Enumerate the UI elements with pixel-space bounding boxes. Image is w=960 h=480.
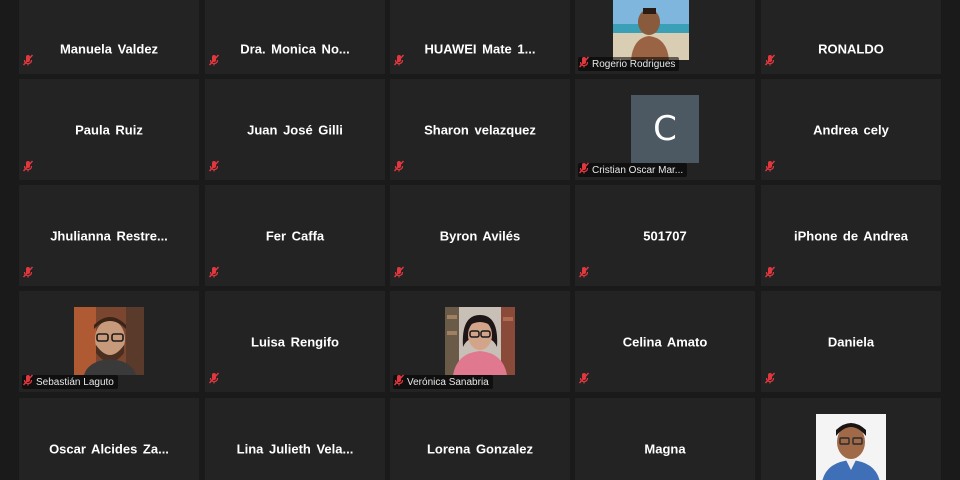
participant-tile[interactable]: Sharon velazquez (390, 79, 570, 180)
participant-name-tag: Verónica Sanabria (393, 373, 493, 391)
participant-name: 501707 (643, 228, 687, 243)
participant-tile[interactable]: Verónica Sanabria (390, 291, 570, 392)
microphone-muted-icon (393, 53, 405, 71)
participant-name: Cristian Oscar Mar... (592, 164, 684, 176)
avatar: C (631, 95, 699, 163)
participant-name: Sebastián Laguto (36, 376, 114, 388)
participant-name: Oscar Alcides Za... (49, 441, 169, 456)
participant-tile[interactable]: Lina Julieth Vela... (205, 398, 385, 480)
participant-tile[interactable]: Rogerio Rodrigues (575, 0, 755, 74)
participant-name: Verónica Sanabria (407, 376, 489, 388)
microphone-muted-icon (22, 265, 34, 283)
participant-tile[interactable]: HUAWEI Mate 1... (390, 0, 570, 74)
microphone-muted-icon (393, 373, 405, 391)
participant-tile[interactable]: 501707 (575, 185, 755, 286)
microphone-muted-icon (393, 159, 405, 177)
microphone-muted-icon (208, 371, 220, 389)
participant-name: Lorena Gonzalez (426, 441, 534, 456)
participant-tile[interactable]: RONALDO (761, 0, 941, 74)
participant-tile[interactable]: Jhulianna Restre... (19, 185, 199, 286)
participant-tile[interactable]: Andrea cely (761, 79, 941, 180)
microphone-muted-icon (578, 265, 590, 283)
participant-tile[interactable]: Fer Caffa (205, 185, 385, 286)
participant-tile[interactable]: Manuela Valdez (19, 0, 199, 74)
microphone-muted-icon (208, 53, 220, 71)
participant-video (74, 307, 144, 375)
participant-name: Sharon velazquez (424, 122, 536, 137)
participant-tile[interactable]: Celina Amato (575, 291, 755, 392)
participant-name: RONALDO (818, 41, 884, 57)
participant-name-tag: Sebastián Laguto (22, 373, 118, 391)
participant-name: Lina Julieth Vela... (236, 441, 354, 456)
microphone-muted-icon (22, 159, 34, 177)
microphone-muted-icon (22, 373, 34, 391)
microphone-muted-icon (578, 55, 590, 73)
participant-tile[interactable]: Juan José Gilli (205, 79, 385, 180)
participant-tile[interactable]: Magna (575, 398, 755, 480)
participant-video (816, 414, 886, 480)
participant-name: Fer Caffa (265, 228, 325, 243)
participant-tile[interactable]: Daniela (761, 291, 941, 392)
participant-name: Juan José Gilli (247, 122, 343, 137)
participant-tile[interactable]: Oscar Alcides Za... (19, 398, 199, 480)
participant-tile[interactable] (761, 398, 941, 480)
participant-video (613, 0, 689, 60)
participant-tile[interactable]: C Cristian Oscar Mar... (575, 79, 755, 180)
microphone-muted-icon (578, 161, 590, 179)
participant-name-tag: Cristian Oscar Mar... (578, 161, 688, 179)
microphone-muted-icon (393, 265, 405, 283)
participant-name: Dra. Monica No... (240, 41, 350, 57)
microphone-muted-icon (208, 265, 220, 283)
participant-name: Rogerio Rodrigues (592, 58, 676, 70)
participant-name: Luisa Rengifo (251, 334, 339, 349)
participant-name: Paula Ruiz (75, 122, 143, 137)
participant-tile[interactable]: Dra. Monica No... (205, 0, 385, 74)
participant-name: Andrea cely (813, 122, 889, 137)
participant-name: Daniela (827, 334, 875, 349)
participant-name: Jhulianna Restre... (50, 228, 168, 243)
participant-tile[interactable]: Paula Ruiz (19, 79, 199, 180)
microphone-muted-icon (764, 265, 776, 283)
participant-name: Celina Amato (622, 334, 708, 349)
participant-name: Magna (644, 441, 686, 456)
participant-tile[interactable]: Byron Avilés (390, 185, 570, 286)
participant-tile[interactable]: Lorena Gonzalez (390, 398, 570, 480)
participant-video (445, 307, 515, 375)
participant-tile[interactable]: Luisa Rengifo (205, 291, 385, 392)
participant-name: HUAWEI Mate 1... (424, 41, 536, 57)
microphone-muted-icon (578, 371, 590, 389)
microphone-muted-icon (764, 371, 776, 389)
participant-name-tag: Rogerio Rodrigues (578, 55, 680, 73)
participant-name: iPhone de Andrea (793, 228, 909, 243)
participant-name: Manuela Valdez (59, 41, 159, 57)
microphone-muted-icon (764, 53, 776, 71)
participant-tile[interactable]: Sebastián Laguto (19, 291, 199, 392)
microphone-muted-icon (22, 53, 34, 71)
microphone-muted-icon (208, 159, 220, 177)
participant-name: Byron Avilés (439, 228, 521, 243)
participant-tile[interactable]: iPhone de Andrea (761, 185, 941, 286)
microphone-muted-icon (764, 159, 776, 177)
participant-gallery: Manuela Valdez Dra. Monica No... HUAWEI … (0, 0, 960, 480)
